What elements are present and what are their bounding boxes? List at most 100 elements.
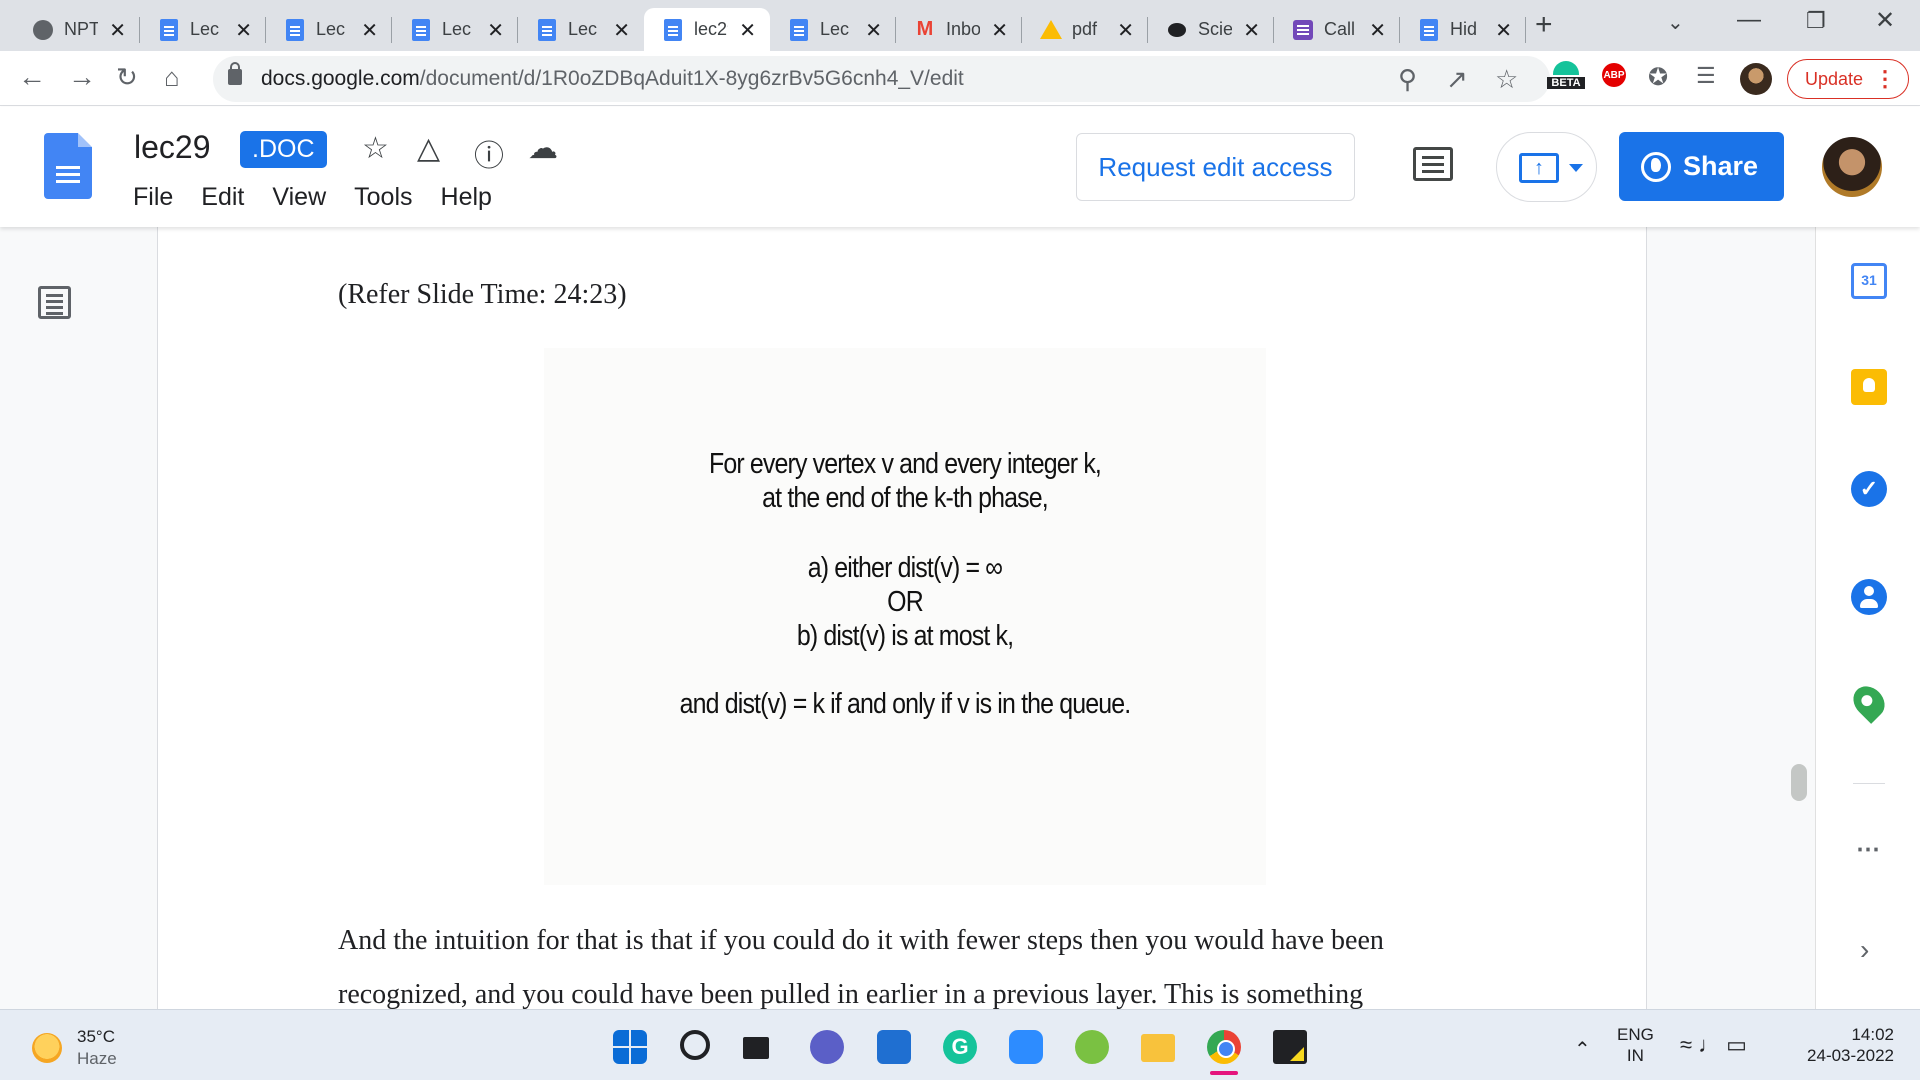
- weather-temperature[interactable]: 35°C: [77, 1027, 115, 1047]
- tab-label: pdf: [1072, 19, 1098, 39]
- back-icon[interactable]: ←: [18, 61, 46, 93]
- tab-lec29-active[interactable]: lec29 ✕: [644, 8, 770, 51]
- weather-condition[interactable]: Haze: [77, 1049, 117, 1069]
- grammarly-extension-icon[interactable]: BETA: [1547, 61, 1585, 93]
- close-icon[interactable]: ✕: [1243, 18, 1260, 43]
- share-button[interactable]: Share: [1619, 132, 1784, 201]
- add-to-drive-icon[interactable]: △: [417, 131, 440, 166]
- keep-icon[interactable]: [1851, 369, 1887, 405]
- teams-chat-icon[interactable]: [810, 1030, 844, 1064]
- info-icon[interactable]: ⓘ: [474, 131, 504, 175]
- weather-sun-icon[interactable]: [32, 1033, 62, 1063]
- chevron-right-icon[interactable]: ›: [1860, 934, 1869, 966]
- docs-logo-icon[interactable]: [44, 133, 92, 199]
- windows-taskbar: 35°C Haze G ⌃ ENG IN ≈♩▭ 14:02 24-03-202…: [0, 1009, 1920, 1080]
- search-icon[interactable]: [680, 1030, 710, 1060]
- system-tray-icons[interactable]: ≈♩▭: [1680, 1032, 1753, 1058]
- chrome-icon[interactable]: [1207, 1030, 1241, 1064]
- tab-call[interactable]: Call ✕: [1274, 8, 1400, 51]
- address-bar[interactable]: docs.google.com/document/d/1R0oZDBqAduit…: [213, 56, 1550, 102]
- slide-image: For every vertex v and every integer k, …: [544, 348, 1266, 885]
- clock[interactable]: 14:02 24-03-2022: [1807, 1024, 1894, 1066]
- tab-lec-4[interactable]: Lec ✕: [518, 8, 644, 51]
- tab-lec-3[interactable]: Lec ✕: [392, 8, 518, 51]
- lock-icon[interactable]: [228, 62, 242, 85]
- tab-hid[interactable]: Hid ✕: [1400, 8, 1526, 51]
- sticky-notes-icon[interactable]: [1273, 1030, 1307, 1064]
- close-icon[interactable]: ✕: [487, 18, 504, 43]
- more-vert-icon: ⋮: [1874, 66, 1896, 91]
- active-app-indicator: [1210, 1071, 1238, 1075]
- more-horiz-icon[interactable]: ⋯: [1856, 835, 1880, 864]
- menu-tools[interactable]: Tools: [354, 183, 412, 212]
- bookmark-star-icon[interactable]: ☆: [1495, 64, 1518, 95]
- task-view-icon[interactable]: [743, 1037, 769, 1059]
- close-icon[interactable]: ✕: [1369, 18, 1386, 43]
- tab-nptel[interactable]: NPTEL ✕: [14, 8, 140, 51]
- zoom-icon[interactable]: ⚲: [1398, 64, 1417, 95]
- minimize-icon[interactable]: —: [1737, 6, 1761, 34]
- extensions-puzzle-icon[interactable]: ✪: [1648, 63, 1668, 92]
- close-icon[interactable]: ✕: [991, 18, 1008, 43]
- slide-line: a) either dist(v) = ∞: [807, 552, 1003, 584]
- avatar[interactable]: [1822, 137, 1882, 197]
- chevron-up-icon[interactable]: ⌃: [1574, 1037, 1591, 1062]
- contacts-icon[interactable]: [1851, 579, 1887, 615]
- close-icon[interactable]: ✕: [1495, 18, 1512, 43]
- home-icon[interactable]: ⌂: [164, 62, 180, 93]
- adblock-extension-icon[interactable]: ABP: [1602, 63, 1626, 87]
- reload-icon[interactable]: ↻: [116, 62, 138, 93]
- close-icon[interactable]: ✕: [739, 18, 756, 43]
- avatar[interactable]: [1740, 63, 1772, 95]
- globe-icon: [1641, 151, 1671, 182]
- present-button[interactable]: ↑: [1496, 132, 1597, 202]
- slide-line: at the end of the k-th phase,: [762, 482, 1049, 514]
- calendar-icon[interactable]: 31: [1851, 263, 1887, 299]
- menu-edit[interactable]: Edit: [201, 183, 244, 212]
- star-icon[interactable]: ☆: [362, 131, 389, 166]
- share-page-icon[interactable]: ↗: [1446, 64, 1468, 95]
- tab-search-chevron-icon[interactable]: ⌄: [1667, 10, 1684, 35]
- request-edit-access-button[interactable]: Request edit access: [1076, 133, 1355, 201]
- menu-help[interactable]: Help: [441, 183, 492, 212]
- close-icon[interactable]: ✕: [1117, 18, 1134, 43]
- media-control-icon[interactable]: ☰: [1696, 63, 1716, 89]
- scrollbar-thumb[interactable]: [1791, 764, 1807, 801]
- menu-file[interactable]: File: [133, 183, 173, 212]
- document-outline-icon[interactable]: [38, 286, 71, 319]
- zoom-icon[interactable]: [1009, 1030, 1043, 1064]
- tab-scie[interactable]: Scie ✕: [1148, 8, 1274, 51]
- close-icon[interactable]: ✕: [109, 18, 126, 43]
- update-button[interactable]: Update ⋮: [1787, 59, 1909, 99]
- tab-lec-2[interactable]: Lec ✕: [266, 8, 392, 51]
- close-window-icon[interactable]: ✕: [1875, 6, 1895, 35]
- tab-lec-1[interactable]: Lec ✕: [140, 8, 266, 51]
- document-page[interactable]: (Refer Slide Time: 24:23) For every vert…: [157, 227, 1647, 1009]
- grammarly-icon[interactable]: G: [943, 1030, 977, 1064]
- comment-history-icon[interactable]: [1413, 147, 1453, 181]
- menu-view[interactable]: View: [272, 183, 326, 212]
- evernote-icon[interactable]: [1075, 1030, 1109, 1064]
- forward-icon[interactable]: →: [68, 61, 96, 93]
- close-icon[interactable]: ✕: [361, 18, 378, 43]
- tab-label: lec29: [694, 19, 728, 39]
- close-icon[interactable]: ✕: [235, 18, 252, 43]
- browser-toolbar: ← → ↻ ⌂ docs.google.com/document/d/1R0oZ…: [0, 51, 1920, 106]
- browser-tab-strip: NPTEL ✕ Lec ✕ Lec ✕ Lec ✕ Lec ✕ lec29 ✕ …: [0, 0, 1920, 51]
- maps-icon[interactable]: [1847, 680, 1891, 724]
- close-icon[interactable]: ✕: [865, 18, 882, 43]
- restore-icon[interactable]: ❐: [1806, 8, 1826, 34]
- tab-inbox[interactable]: M Inbox ✕: [896, 8, 1022, 51]
- tasks-icon[interactable]: ✓: [1851, 471, 1887, 507]
- close-icon[interactable]: ✕: [613, 18, 630, 43]
- tab-pdf[interactable]: pdf ✕: [1022, 8, 1148, 51]
- tab-lec-5[interactable]: Lec ✕: [770, 8, 896, 51]
- document-title[interactable]: lec29: [134, 129, 211, 166]
- file-explorer-icon[interactable]: [1141, 1034, 1175, 1062]
- windows-start-icon[interactable]: [613, 1030, 647, 1064]
- url-text[interactable]: docs.google.com/document/d/1R0oZDBqAduit…: [261, 67, 964, 91]
- store-icon[interactable]: [877, 1030, 911, 1064]
- cloud-status-icon[interactable]: ☁: [528, 131, 558, 166]
- new-tab-button[interactable]: +: [1535, 8, 1553, 42]
- language-indicator[interactable]: ENG IN: [1617, 1024, 1654, 1066]
